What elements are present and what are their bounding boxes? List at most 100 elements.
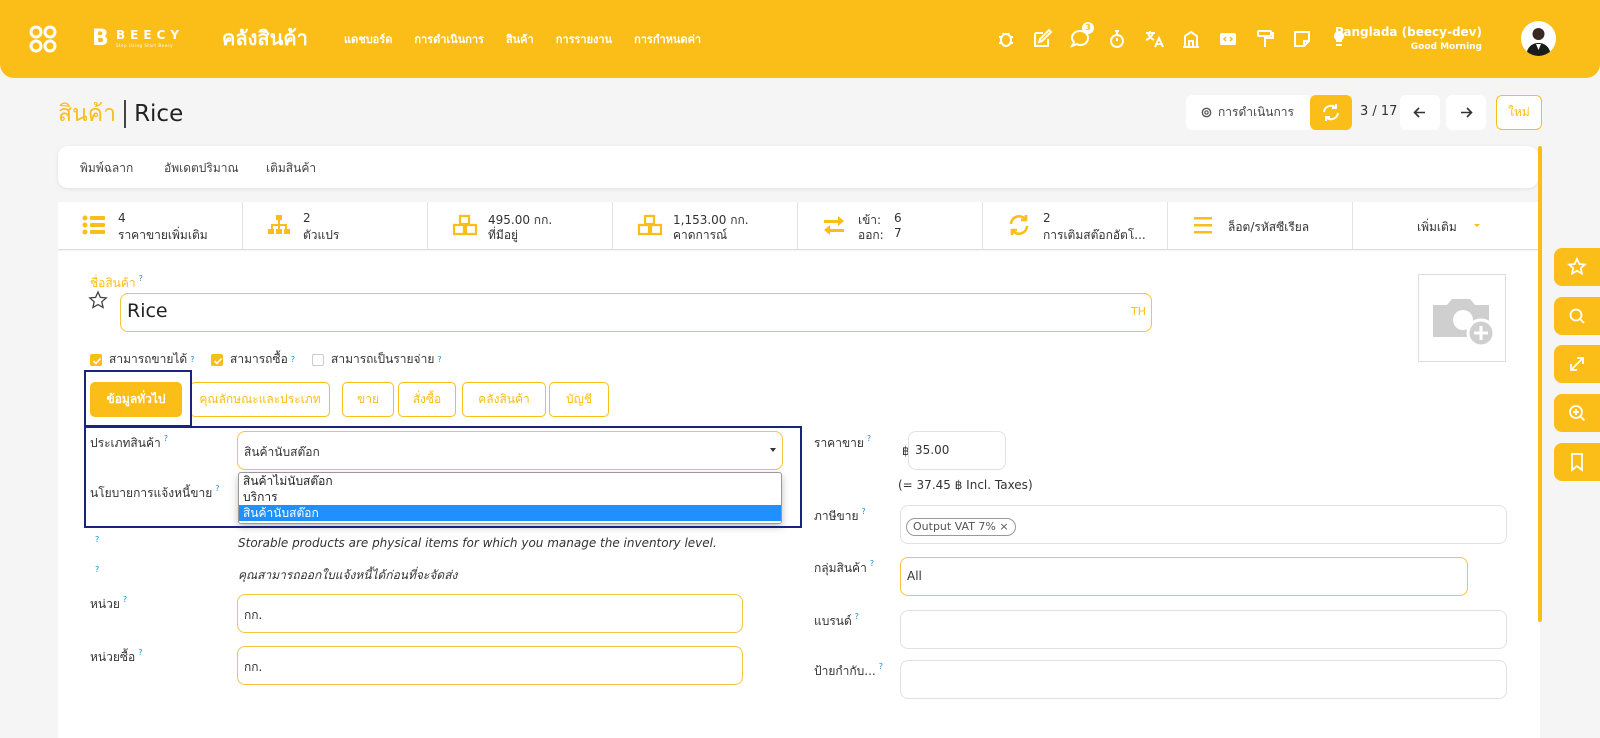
zoom-side-button[interactable] — [1554, 394, 1600, 432]
stat-label: คาดการณ์ — [673, 228, 728, 242]
breadcrumb-separator — [124, 100, 127, 128]
bug-icon[interactable] — [994, 27, 1018, 51]
bookmark-side-button[interactable] — [1554, 443, 1600, 481]
more-button[interactable]: เพิ่มเติม — [1353, 202, 1538, 250]
main-menu: แดชบอร์ด การดำเนินการ สินค้า การรายงาน ก… — [344, 30, 701, 48]
actions-label: การดำเนินการ — [1218, 105, 1294, 119]
extra-prices-button[interactable]: 4 ราคาขายเพิ่มเติม — [58, 202, 243, 250]
camera-add-icon — [1433, 299, 1496, 348]
product-name-input[interactable]: Rice — [120, 293, 1152, 332]
star-icon — [1567, 256, 1587, 276]
new-button[interactable]: ใหม่ — [1496, 95, 1542, 130]
tab-inventory[interactable]: คลังสินค้า — [462, 382, 546, 417]
chat-icon[interactable]: 3 — [1068, 22, 1094, 51]
avatar[interactable] — [1521, 21, 1556, 56]
brand-label: แบรนด์? — [814, 612, 860, 628]
uom-label: หน่วย? — [90, 595, 128, 611]
stat-out-value: 7 — [894, 226, 902, 240]
incl-taxes-note: (= 37.45 ฿ Incl. Taxes) — [898, 478, 1033, 492]
purchase-uom-input[interactable]: กก. — [237, 646, 743, 685]
checkbox-checked — [211, 353, 223, 366]
zoom-in-icon — [1569, 405, 1586, 422]
more-label: เพิ่มเติม — [1417, 220, 1457, 234]
pager-value[interactable]: 3 / 17 — [1360, 104, 1397, 119]
variants-button[interactable]: 2 ตัวแปร — [243, 202, 428, 250]
exchange-icon — [824, 216, 844, 235]
can-be-purchased-checkbox[interactable]: สามารถซื้อ? — [211, 350, 295, 369]
sticky-note-icon[interactable] — [1290, 27, 1314, 51]
lots-serials-button[interactable]: ล็อต/รหัสซีเรียล — [1168, 202, 1353, 250]
tab-sales[interactable]: ขาย — [342, 382, 394, 417]
stat-out-label: ออก: — [858, 228, 884, 242]
user-greeting: Good Morning — [1410, 42, 1482, 52]
replenish-button[interactable]: เติมสินค้า — [266, 159, 316, 178]
menu-operations[interactable]: การดำเนินการ — [414, 30, 484, 48]
sync-icon — [1323, 104, 1339, 121]
in-out-button[interactable]: เข้า: 6 ออก: 7 — [798, 202, 983, 250]
tax-tag-label: Output VAT 7% — [913, 520, 996, 533]
on-hand-button[interactable]: 495.00 กก. ที่มีอยู่ — [428, 202, 613, 250]
stat-label: ราคาขายเพิ่มเติม — [118, 228, 208, 242]
checkbox-label: สามารถเป็นรายจ่าย — [331, 352, 435, 366]
app-title[interactable]: คลังสินค้า — [222, 22, 308, 54]
actions-button[interactable]: การดำเนินการ — [1186, 95, 1312, 130]
checkbox-label: สามารถขายได้ — [109, 352, 188, 366]
tags-input[interactable] — [900, 660, 1507, 699]
product-category-label: กลุ่มสินค้า? — [814, 559, 875, 575]
arrow-left-icon — [1413, 107, 1425, 118]
reorder-rules-button[interactable]: 2 การเติมสต๊อกอัตโ... — [983, 202, 1168, 250]
translate-icon[interactable] — [1142, 27, 1166, 51]
brand-input[interactable] — [900, 610, 1507, 649]
stopwatch-icon[interactable] — [1105, 27, 1129, 51]
storable-help-text: Storable products are physical items for… — [238, 536, 717, 550]
uom-input[interactable]: กก. — [237, 594, 743, 633]
close-icon[interactable]: × — [999, 520, 1008, 533]
favorite-star-icon[interactable] — [88, 290, 108, 310]
sync-button[interactable] — [1310, 95, 1352, 130]
smart-buttons: 4 ราคาขายเพิ่มเติม 2 ตัวแปร 495.00 กก. ท… — [58, 202, 1540, 250]
arrow-right-icon — [1461, 107, 1473, 118]
menu-reporting[interactable]: การรายงาน — [556, 30, 612, 48]
can-be-expensed-checkbox[interactable]: สามารถเป็นรายจ่าย? — [312, 350, 442, 369]
next-button[interactable] — [1446, 95, 1486, 130]
customer-taxes-label: ภาษีขาย? — [814, 507, 866, 523]
forecast-button[interactable]: 1,153.00 กก. คาดการณ์ — [613, 202, 798, 250]
search-side-button[interactable] — [1554, 297, 1600, 335]
tab-attributes-variants[interactable]: คุณลักษณะและประเภท — [190, 382, 330, 417]
code-icon[interactable] — [1216, 27, 1240, 51]
tab-purchase[interactable]: สั่งซื้อ — [398, 382, 456, 417]
search-icon — [1569, 308, 1585, 324]
chat-badge: 3 — [1082, 22, 1094, 34]
product-category-input[interactable]: All — [900, 557, 1468, 596]
tab-accounting[interactable]: บัญชี — [549, 382, 609, 417]
building-icon[interactable] — [1179, 27, 1203, 51]
scrollbar[interactable] — [1538, 146, 1542, 622]
paint-roller-icon[interactable] — [1253, 27, 1277, 51]
refresh-icon — [1009, 215, 1029, 235]
previous-button[interactable] — [1400, 95, 1440, 130]
apps-menu-icon[interactable] — [28, 24, 58, 54]
menu-products[interactable]: สินค้า — [506, 30, 534, 48]
stat-label: ตัวแปร — [303, 228, 340, 242]
stat-label: การเติมสต๊อกอัตโ... — [1043, 228, 1146, 242]
update-quantity-button[interactable]: อัพเดตปริมาณ — [164, 159, 239, 178]
product-image-upload[interactable] — [1418, 274, 1506, 362]
menu-dashboard[interactable]: แดชบอร์ด — [344, 30, 392, 48]
tax-tag[interactable]: Output VAT 7% × — [906, 518, 1016, 536]
menu-configuration[interactable]: การกำหนดค่า — [634, 30, 701, 48]
breadcrumb-parent[interactable]: สินค้า — [58, 96, 116, 132]
field-focus-highlight — [84, 426, 802, 528]
top-navbar: B BEECY Step Using Start Beecy คลังสินค้… — [0, 0, 1600, 78]
can-be-sold-checkbox[interactable]: สามารถขายได้? — [90, 350, 194, 369]
bars-icon — [1194, 217, 1212, 234]
expand-side-button[interactable] — [1554, 345, 1600, 383]
print-labels-button[interactable]: พิมพ์ฉลาก — [80, 159, 133, 178]
favorites-side-button[interactable] — [1554, 248, 1600, 286]
bookmark-icon — [1571, 453, 1583, 472]
edit-icon[interactable] — [1031, 27, 1055, 51]
gear-icon — [1201, 107, 1212, 118]
sale-price-input[interactable]: 35.00 — [908, 431, 1006, 470]
language-toggle[interactable]: TH — [1131, 305, 1146, 318]
beecy-logo[interactable]: B BEECY Step Using Start Beecy — [92, 26, 202, 52]
user-name[interactable]: Panglada (beecy-dev) — [1335, 25, 1482, 39]
